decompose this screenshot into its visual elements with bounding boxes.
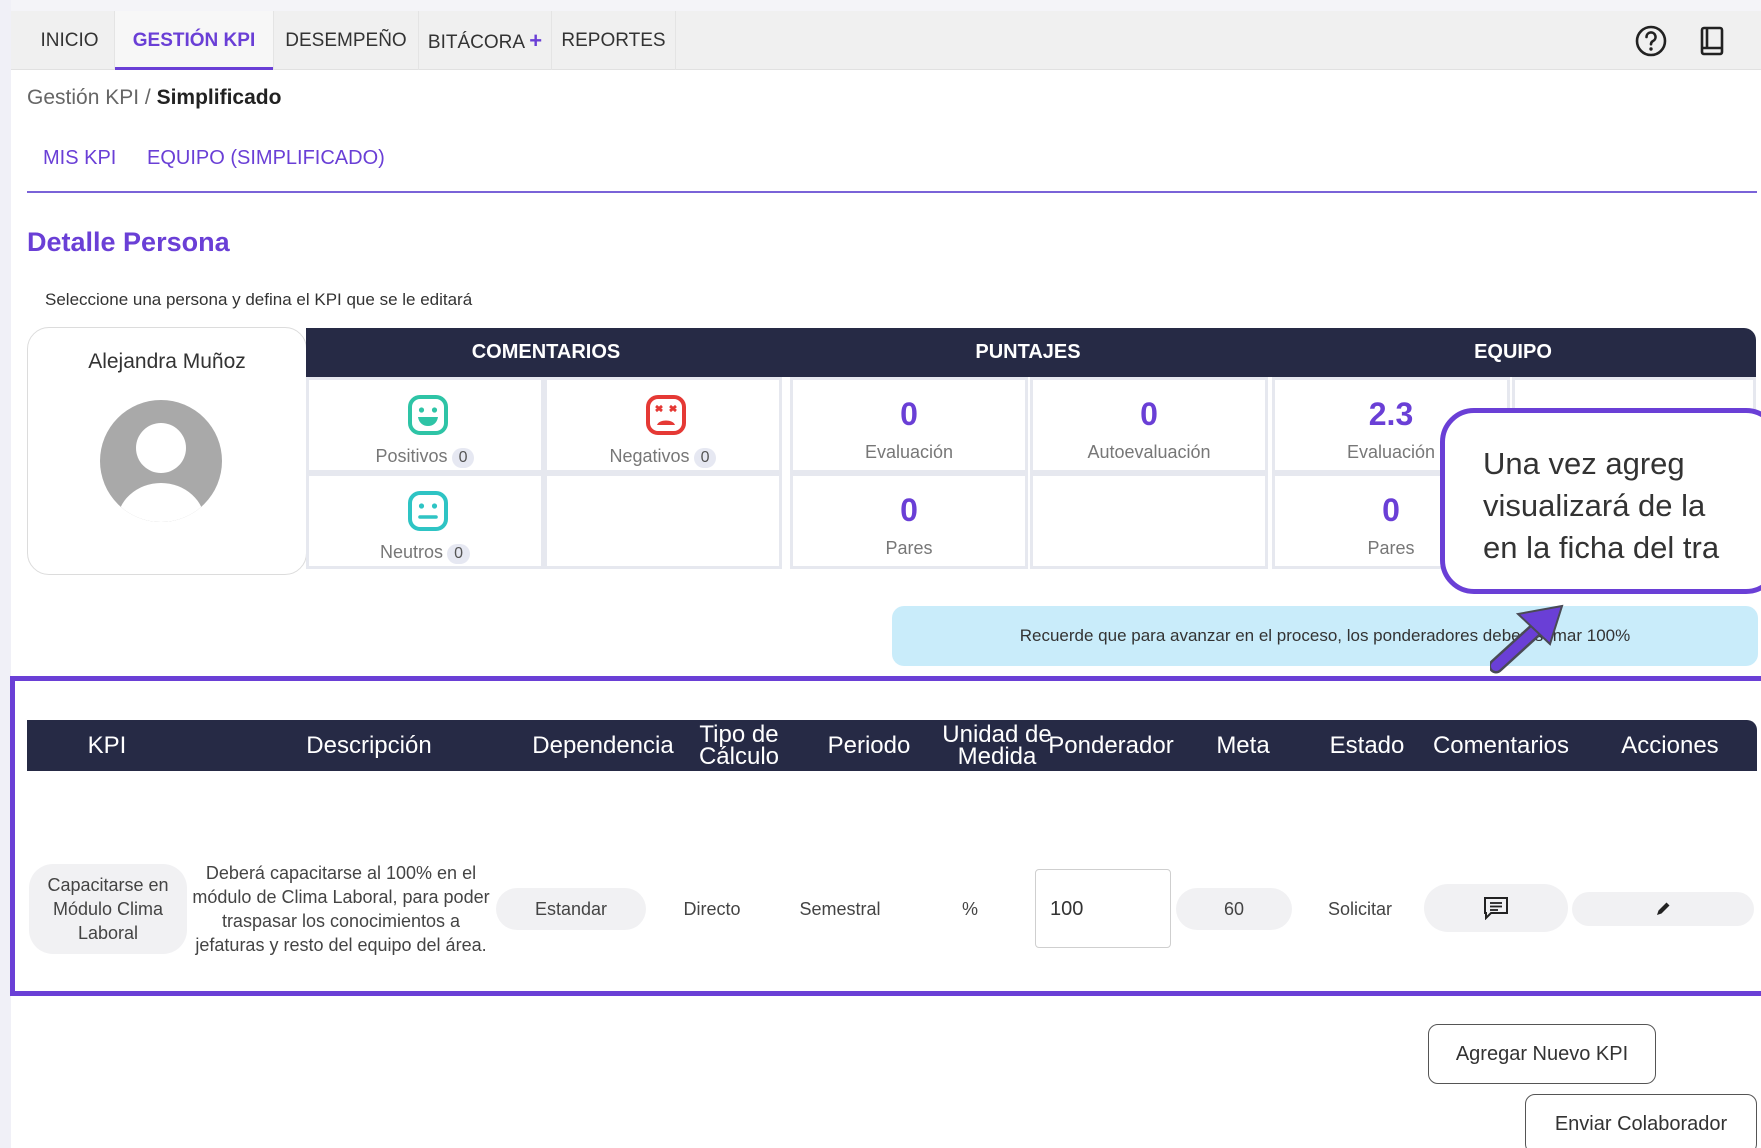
positivos-count: 0 [451,448,475,468]
periodo-cell: Semestral [799,898,881,919]
neutral-face-icon [408,491,448,531]
score-pares: 0 Pares [790,473,1028,569]
score-evaluacion-value: 0 [900,396,918,432]
score-pares-label: Pares [885,538,933,558]
breadcrumb-separator: / [139,86,157,109]
score-pares-value: 0 [900,492,918,528]
empty-cell [1030,473,1268,569]
page-title: Detalle Persona [27,227,230,257]
nav-bitacora-label: BITÁCORA [427,32,524,53]
th-meta: Meta [1216,731,1270,759]
plus-icon: + [529,28,543,53]
send-collaborator-button[interactable]: Enviar Colaborador [1525,1094,1757,1148]
book-icon[interactable] [1694,23,1730,59]
header-comentarios: COMENTARIOS [471,341,621,363]
score-autoevaluacion-label: Autoevaluación [1087,442,1211,462]
callout-text: Una vez agreg visualizará de la en la fi… [1483,446,1720,565]
nav-desempeno[interactable]: DESEMPEÑO [274,11,419,70]
tutorial-callout: Una vez agreg visualizará de la en la fi… [1440,408,1761,594]
meta-pill: 60 [1176,888,1292,930]
th-kpi: KPI [87,731,127,759]
nav-inicio[interactable]: INICIO [25,11,115,70]
neutros-count: 0 [447,544,470,564]
ponderador-input[interactable]: 100 [1035,869,1171,948]
kpi-table-header: KPI Descripción Dependencia Tipo de Cálcu… [27,720,1757,771]
header-puntajes: PUNTAJES [975,341,1081,363]
kpi-name-cell: Capacitarse en Módulo Clima Laboral [29,864,187,954]
score-evaluacion-label: Evaluación [864,442,954,462]
weights-notice: Recuerde que para avanzar en el proceso,… [892,606,1758,666]
top-strip [0,0,1761,11]
score-autoevaluacion-value: 0 [1140,396,1158,432]
angry-face-icon [646,395,686,435]
kpi-description-cell: Deberá capacitarse al 100% en el módulo … [192,863,490,955]
tab-mis-kpi[interactable]: MIS KPI [43,147,116,170]
th-estado: Estado [1329,731,1405,759]
help-circle-icon[interactable] [1633,23,1669,59]
th-comentarios: Comentarios [1432,731,1570,759]
negativos-count: 0 [693,448,717,468]
nav-gestion-kpi[interactable]: GESTIÓN KPI [115,11,274,70]
negativos-label: Negativos 0 [547,446,779,468]
avatar [100,400,222,522]
nav-bitacora[interactable]: BITÁCORA + [419,11,552,70]
nav-reportes[interactable]: REPORTES [552,11,676,70]
pencil-icon [1657,902,1670,915]
estado-cell: Solicitar [1327,898,1393,919]
neutros-label: Neutros 0 [309,542,541,564]
dependencia-pill: Estandar [496,888,646,930]
tab-equipo-simplificado[interactable]: EQUIPO (SIMPLIFICADO) [147,147,385,170]
person-name: Alejandra Muñoz [88,350,246,373]
th-ponderador: Ponderador [1048,731,1174,759]
top-navigation: INICIO GESTIÓN KPI DESEMPEÑO BITÁCORA + … [11,11,1761,70]
pointer-arrow-icon [1490,604,1564,674]
instruction-text: Seleccione una persona y defina el KPI q… [45,290,473,309]
stat-positivos[interactable]: Positivos 0 [306,377,544,473]
comments-button[interactable] [1424,884,1568,932]
score-evaluacion: 0 Evaluación [790,377,1028,473]
stat-negativos[interactable]: Negativos 0 [544,377,782,473]
positivos-label: Positivos 0 [309,446,541,468]
person-card[interactable]: Alejandra Muñoz [27,327,307,575]
score-autoevaluacion: 0 Autoevaluación [1030,377,1268,473]
th-acciones: Acciones [1621,731,1719,759]
breadcrumb-root[interactable]: Gestión KPI [27,86,139,109]
empty-cell [544,473,782,569]
tipo-calculo-cell: Directo [683,898,741,919]
breadcrumb-current: Simplificado [156,86,282,109]
breadcrumb: Gestión KPI / Simplificado [27,86,281,110]
edit-button[interactable] [1572,892,1754,926]
tabs-divider [27,191,1757,193]
happy-face-icon [408,395,448,435]
unidad-cell: % [961,898,978,919]
add-kpi-button[interactable]: Agregar Nuevo KPI [1428,1024,1656,1084]
stat-neutros[interactable]: Neutros 0 [306,473,544,569]
comment-icon [1484,897,1508,920]
stats-header: COMENTARIOS PUNTAJES EQUIPO [306,328,1756,377]
header-equipo: EQUIPO [1474,341,1552,363]
